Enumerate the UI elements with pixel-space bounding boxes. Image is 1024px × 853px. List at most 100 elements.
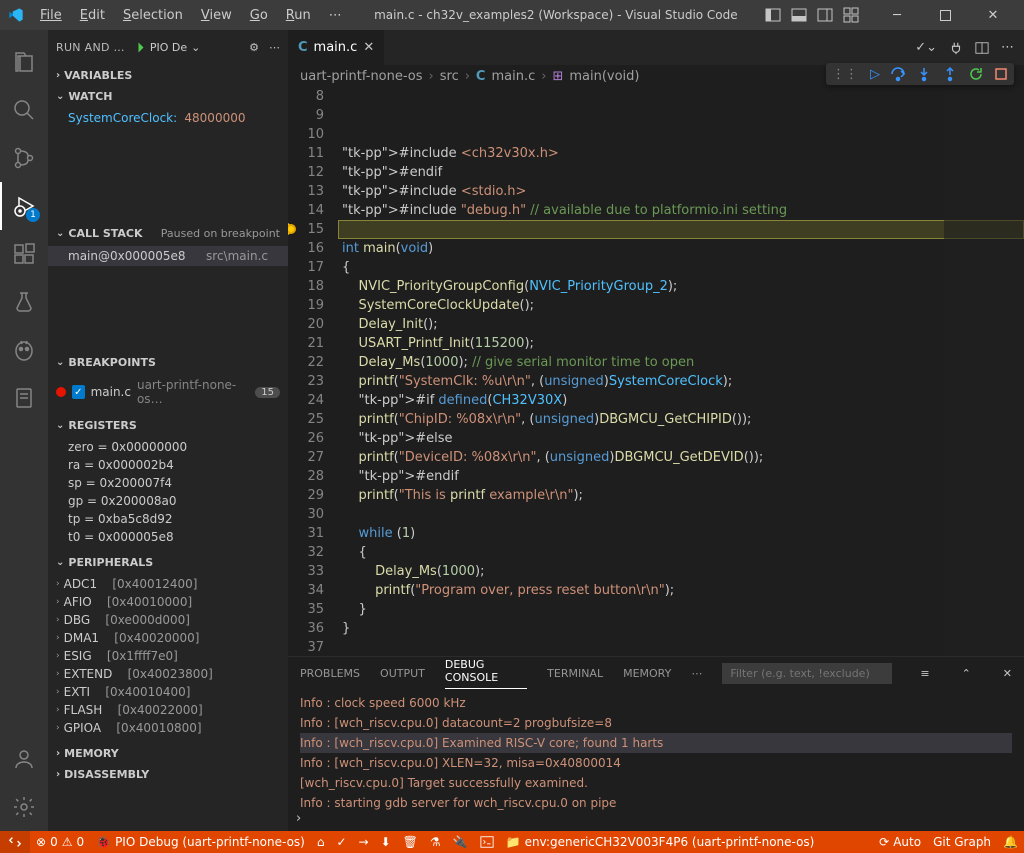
bottom-panel: PROBLEMS OUTPUT DEBUG CONSOLE TERMINAL M… xyxy=(288,656,1024,831)
section-registers[interactable]: ⌄REGISTERS xyxy=(48,415,288,436)
restart-icon[interactable] xyxy=(968,66,984,82)
breakpoint-row[interactable]: ✓ main.c uart-printf-none-os… 15 xyxy=(48,375,288,409)
breadcrumb[interactable]: uart-printf-none-os› src› C main.c› ⊞ ma… xyxy=(288,65,1024,87)
title-bar: File Edit Selection View Go Run ⋯ main.c… xyxy=(0,0,1024,30)
status-bell-icon[interactable]: 🔔 xyxy=(997,835,1024,849)
status-test-icon[interactable]: ⚗ xyxy=(424,831,447,853)
section-variables[interactable]: ›VARIABLES xyxy=(48,65,288,86)
register-row[interactable]: ra = 0x000002b4 xyxy=(48,456,288,474)
peripheral-row[interactable]: ›GPIOA [0x40010800] xyxy=(48,719,288,737)
watch-expression[interactable]: SystemCoreClock: 48000000 xyxy=(48,109,288,127)
split-editor-icon[interactable] xyxy=(975,41,989,55)
gear-icon[interactable]: ⚙ xyxy=(249,41,259,54)
peripheral-row[interactable]: ›AFIO [0x40010000] xyxy=(48,593,288,611)
register-row[interactable]: gp = 0x200008a0 xyxy=(48,492,288,510)
drag-grip-icon[interactable]: ⋮⋮ xyxy=(832,67,858,82)
peripheral-row[interactable]: ›EXTI [0x40010400] xyxy=(48,683,288,701)
toggle-secondary-icon[interactable] xyxy=(814,4,836,26)
panel-tabs-more[interactable]: ⋯ xyxy=(691,667,702,680)
status-errors[interactable]: ⊗0⚠0 xyxy=(30,831,90,853)
debug-console[interactable]: Info : clock speed 6000 kHzInfo : [wch_r… xyxy=(288,689,1024,811)
stack-frame-row[interactable]: main@0x000005e8src\main.c xyxy=(48,246,288,266)
peripheral-row[interactable]: ›EXTEND [0x40023800] xyxy=(48,665,288,683)
panel-tab-memory[interactable]: MEMORY xyxy=(623,667,671,680)
debug-toolbar[interactable]: ⋮⋮ ▷ xyxy=(826,63,1014,85)
register-row[interactable]: t0 = 0x000005e8 xyxy=(48,528,288,546)
register-row[interactable]: tp = 0xba5c8d92 xyxy=(48,510,288,528)
toggle-sidebar-icon[interactable] xyxy=(762,4,784,26)
status-monitor-icon[interactable]: 🔌 xyxy=(447,831,474,853)
section-disassembly[interactable]: ›DISASSEMBLY xyxy=(48,764,288,785)
menu-edit[interactable]: Edit xyxy=(72,4,113,27)
continue-icon[interactable]: ▷ xyxy=(870,67,880,82)
status-build-icon[interactable]: → xyxy=(353,831,375,853)
step-over-icon[interactable] xyxy=(890,66,906,82)
extensions-icon[interactable] xyxy=(0,230,48,278)
menu-go[interactable]: Go xyxy=(242,4,276,27)
run-checkmark-icon[interactable]: ✓⌄ xyxy=(915,40,937,55)
menu-run[interactable]: Run xyxy=(278,4,319,27)
window-close-button[interactable]: ✕ xyxy=(970,0,1016,30)
peripheral-row[interactable]: ›ESIG [0x1ffff7e0] xyxy=(48,647,288,665)
peripheral-row[interactable]: ›FLASH [0x40022000] xyxy=(48,701,288,719)
window-maximize-button[interactable] xyxy=(922,0,968,30)
section-callstack[interactable]: ⌄CALL STACKPaused on breakpoint xyxy=(48,223,288,244)
menu-view[interactable]: View xyxy=(193,4,240,27)
customize-layout-icon[interactable] xyxy=(840,4,862,26)
project-icon[interactable] xyxy=(0,374,48,422)
panel-tab-problems[interactable]: PROBLEMS xyxy=(300,667,360,680)
console-input-chevron[interactable]: › xyxy=(288,811,1024,831)
register-row[interactable]: zero = 0x00000000 xyxy=(48,438,288,456)
platformio-icon[interactable] xyxy=(0,326,48,374)
panel-tab-debug-console[interactable]: DEBUG CONSOLE xyxy=(445,658,527,689)
status-clean-icon[interactable]: 🗑 xyxy=(397,831,424,853)
status-env[interactable]: 📁 env:genericCH32V003F4P6 (uart-printf-n… xyxy=(500,831,821,853)
search-icon[interactable] xyxy=(0,86,48,134)
status-check-icon[interactable]: ✓ xyxy=(330,831,352,853)
section-peripherals[interactable]: ⌄PERIPHERALS xyxy=(48,552,288,573)
status-upload-icon[interactable]: ⬇ xyxy=(375,831,397,853)
menu-file[interactable]: File xyxy=(32,4,70,27)
window-minimize-button[interactable]: ─ xyxy=(874,0,920,30)
peripheral-row[interactable]: ›ADC1 [0x40012400] xyxy=(48,575,288,593)
more-actions-icon[interactable]: ⋯ xyxy=(1001,40,1014,55)
breakpoint-checkbox[interactable]: ✓ xyxy=(72,385,85,399)
step-into-icon[interactable] xyxy=(916,66,932,82)
panel-tab-output[interactable]: OUTPUT xyxy=(380,667,425,680)
toggle-panel-icon[interactable] xyxy=(788,4,810,26)
panel-tab-terminal[interactable]: TERMINAL xyxy=(547,667,603,680)
remote-indicator[interactable] xyxy=(0,831,30,853)
status-terminal-icon[interactable] xyxy=(474,831,500,853)
stop-icon[interactable] xyxy=(994,67,1008,81)
section-breakpoints[interactable]: ⌄BREAKPOINTS xyxy=(48,352,288,373)
menu-selection[interactable]: Selection xyxy=(115,4,191,27)
plug-icon[interactable] xyxy=(949,41,963,55)
menu-overflow[interactable]: ⋯ xyxy=(321,4,350,27)
register-row[interactable]: sp = 0x200007f4 xyxy=(48,474,288,492)
status-auto[interactable]: ⟳ Auto xyxy=(873,835,927,849)
peripheral-row[interactable]: ›DBG [0xe000d000] xyxy=(48,611,288,629)
settings-icon[interactable] xyxy=(0,783,48,831)
explorer-icon[interactable] xyxy=(0,38,48,86)
debug-config-select[interactable]: PIO De ⌄ xyxy=(131,38,208,57)
close-tab-icon[interactable]: ✕ xyxy=(363,40,374,55)
section-watch[interactable]: ⌄WATCH xyxy=(48,86,288,107)
status-debug-target[interactable]: 🐞PIO Debug (uart-printf-none-os) xyxy=(90,831,311,853)
status-home-icon[interactable]: ⌂ xyxy=(311,831,331,853)
editor-area: C main.c ✕ ✓⌄ ⋯ uart-printf-none-os› src… xyxy=(288,30,1024,831)
run-debug-icon[interactable]: 1 xyxy=(0,182,48,230)
filter-icon[interactable]: ≡ xyxy=(920,667,929,680)
accounts-icon[interactable] xyxy=(0,735,48,783)
more-icon[interactable]: ⋯ xyxy=(269,41,280,54)
peripheral-row[interactable]: ›DMA1 [0x40020000] xyxy=(48,629,288,647)
panel-maximize-icon[interactable]: ⌃ xyxy=(962,667,971,680)
source-control-icon[interactable] xyxy=(0,134,48,182)
section-memory[interactable]: ›MEMORY xyxy=(48,743,288,764)
panel-close-icon[interactable]: ✕ xyxy=(1003,667,1012,680)
editor-tab-main-c[interactable]: C main.c ✕ xyxy=(288,30,385,65)
code-editor[interactable]: 8910111213141516171819202122232425262728… xyxy=(288,87,1024,656)
step-out-icon[interactable] xyxy=(942,66,958,82)
status-gitgraph[interactable]: Git Graph xyxy=(927,835,997,849)
testing-icon[interactable] xyxy=(0,278,48,326)
console-filter-input[interactable] xyxy=(722,663,892,684)
